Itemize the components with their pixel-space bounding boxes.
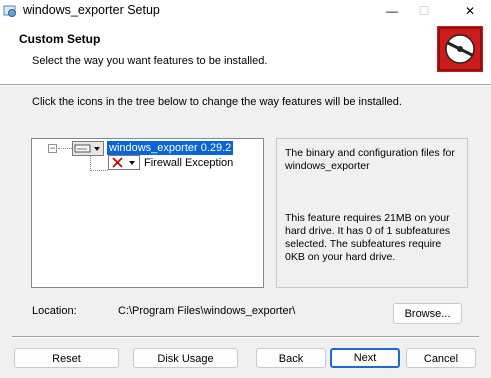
window-title: windows_exporter Setup bbox=[23, 3, 160, 17]
feature-tree[interactable]: − windows_exporter 0.29.2 Firewall Excep… bbox=[31, 138, 264, 288]
feature-description: The binary and configuration files for w… bbox=[285, 147, 455, 172]
feature-space-info: This feature requires 21MB on your hard … bbox=[285, 212, 451, 263]
location-path: C:\Program Files\windows_exporter\ bbox=[118, 305, 296, 317]
page-title: Custom Setup bbox=[19, 32, 101, 46]
header-banner: Custom Setup Select the way you want fea… bbox=[0, 22, 491, 84]
feature-state-dropdown-child[interactable] bbox=[108, 155, 140, 170]
cancel-button[interactable]: Cancel bbox=[406, 348, 476, 368]
not-installed-icon bbox=[112, 157, 135, 168]
feature-state-dropdown[interactable] bbox=[72, 141, 104, 156]
next-button[interactable]: Next bbox=[330, 348, 400, 368]
location-label: Location: bbox=[32, 305, 77, 317]
back-button[interactable]: Back bbox=[256, 348, 326, 368]
tree-node-firewall[interactable]: Firewall Exception bbox=[144, 156, 233, 170]
maximize-button: ☐ bbox=[418, 4, 430, 18]
reset-button[interactable]: Reset bbox=[14, 348, 119, 368]
disk-usage-button[interactable]: Disk Usage bbox=[133, 348, 238, 368]
tree-node-root[interactable]: windows_exporter 0.29.2 bbox=[107, 141, 234, 155]
browse-button[interactable]: Browse... bbox=[393, 303, 462, 324]
hard-drive-icon bbox=[74, 144, 100, 153]
installer-icon bbox=[3, 5, 16, 17]
close-button[interactable]: ✕ bbox=[450, 0, 490, 22]
setup-logo-icon bbox=[437, 26, 483, 72]
page-subtitle: Select the way you want features to be i… bbox=[32, 55, 268, 67]
collapse-toggle[interactable]: − bbox=[48, 144, 57, 153]
title-bar: windows_exporter Setup — ☐ ✕ bbox=[0, 0, 491, 22]
feature-description-panel: The binary and configuration files for w… bbox=[276, 138, 468, 288]
instruction-text: Click the icons in the tree below to cha… bbox=[32, 96, 402, 108]
